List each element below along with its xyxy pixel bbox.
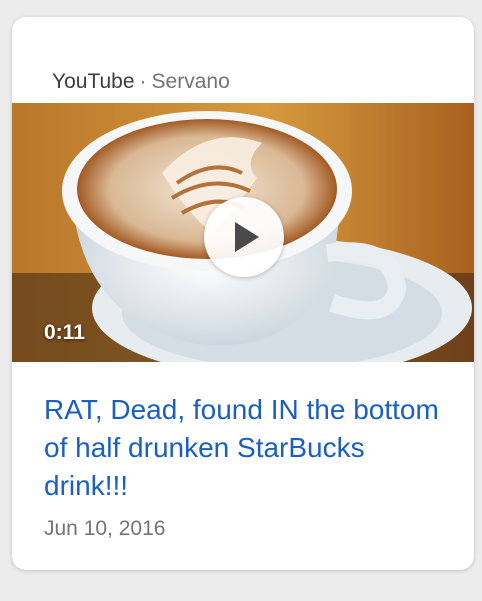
source-line: YouTube · Servano (52, 70, 230, 94)
video-title-link[interactable]: RAT, Dead, found IN the bottom of half d… (44, 391, 444, 505)
publish-date: Jun 10, 2016 (44, 517, 166, 540)
play-icon (235, 222, 259, 252)
video-thumbnail[interactable]: 0:11 (12, 103, 474, 362)
video-duration: 0:11 (44, 321, 85, 344)
source-site: YouTube (52, 70, 135, 93)
video-result-card[interactable]: YouTube · Servano 0:11 RAT, Dead, found … (12, 17, 474, 570)
source-separator: · (139, 70, 147, 93)
play-button[interactable] (204, 197, 284, 277)
source-channel: Servano (151, 70, 230, 93)
